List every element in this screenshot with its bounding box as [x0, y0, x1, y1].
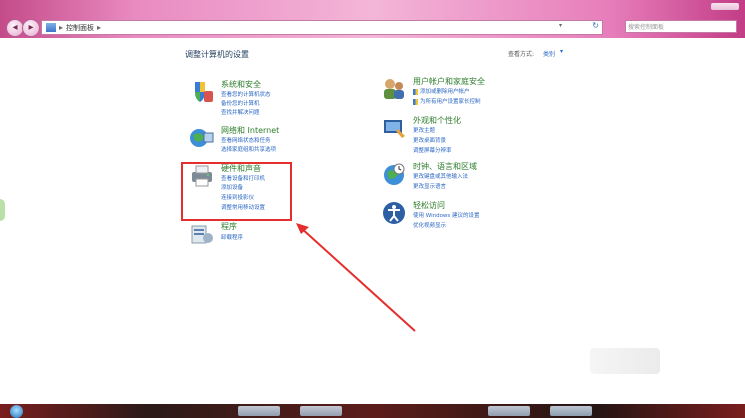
- taskbar-item[interactable]: [550, 406, 592, 416]
- taskbar-item[interactable]: [300, 406, 342, 416]
- taskbar: [0, 404, 745, 418]
- start-button[interactable]: [10, 405, 23, 418]
- taskbar-item[interactable]: [488, 406, 530, 416]
- side-tab: [0, 199, 5, 221]
- taskbar-item[interactable]: [238, 406, 280, 416]
- watermark: [590, 348, 660, 374]
